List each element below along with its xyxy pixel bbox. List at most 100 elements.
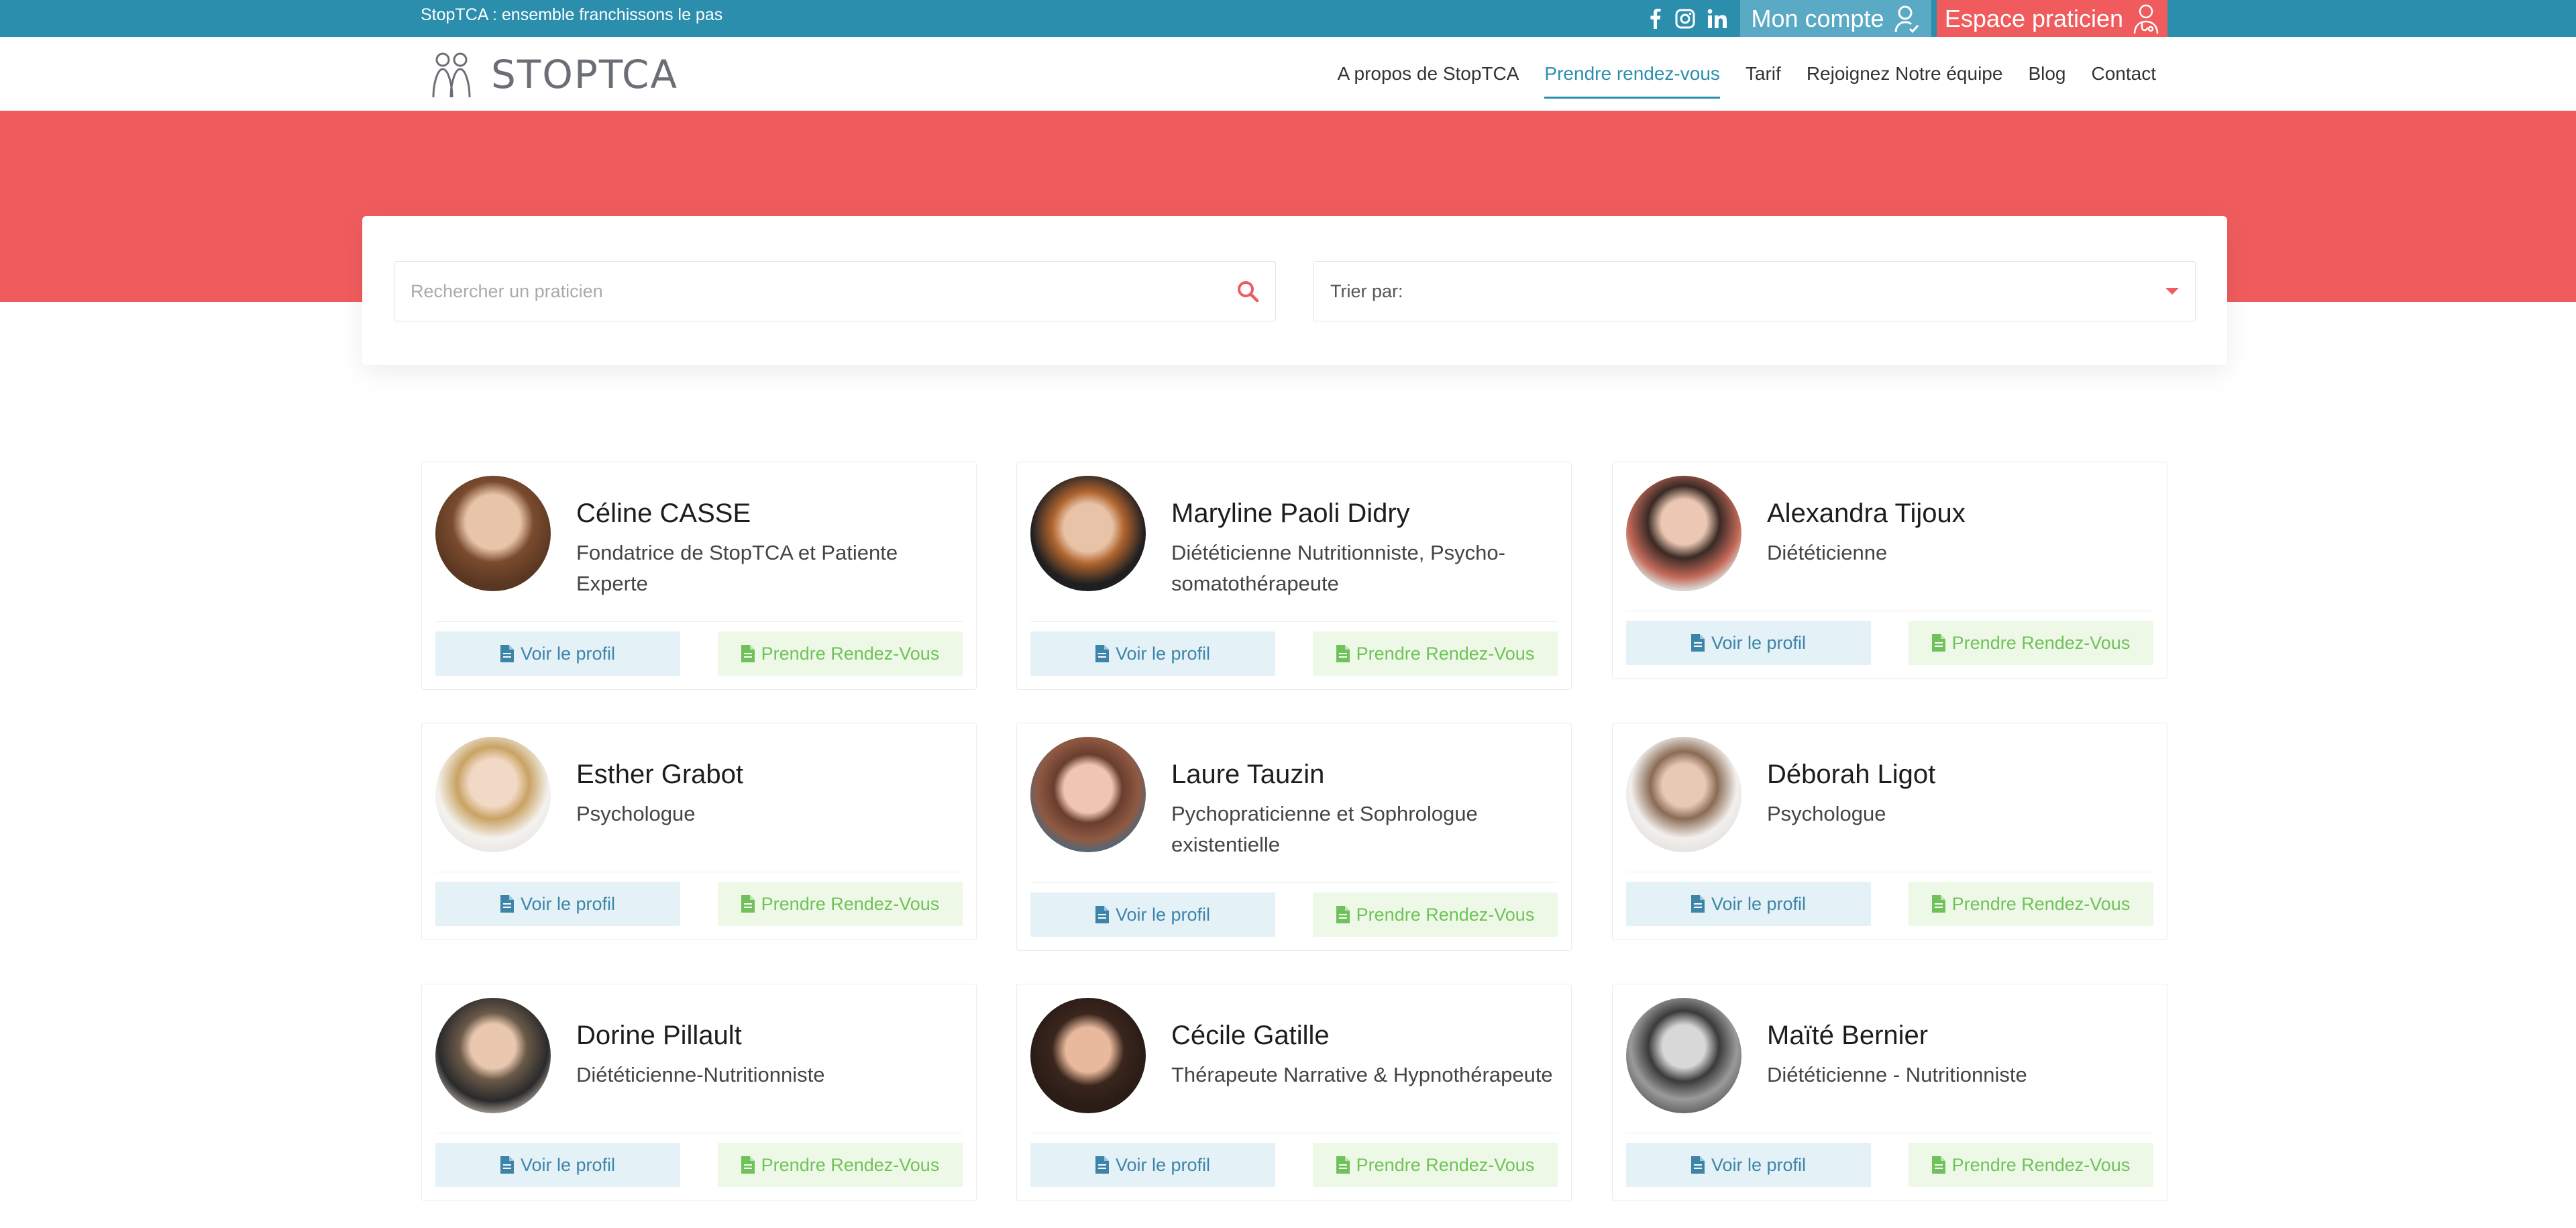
practitioner-card: Déborah Ligot Psychologue Voir le profil… [1612,723,2167,940]
linkedin-icon[interactable] [1707,0,1727,37]
practitioner-title: Psychologue [576,802,696,825]
search-panel: Trier par: [362,216,2227,365]
document-icon [1931,1156,1945,1174]
practitioner-space-button[interactable]: Espace praticien [1937,0,2167,37]
view-profile-button[interactable]: Voir le profil [1626,1143,1871,1187]
avatar [1626,998,1741,1113]
nav-item-join-team[interactable]: Rejoignez Notre équipe [1807,37,2003,111]
avatar [435,476,551,591]
search-input[interactable] [411,280,1236,302]
practitioner-card: Céline CASSE Fondatrice de StopTCA et Pa… [421,462,977,690]
practitioner-name: Laure Tauzin [1171,760,1325,789]
practitioner-title: Diététicienne [1767,541,1888,564]
practitioner-card: Dorine Pillault Diététicienne-Nutritionn… [421,984,977,1201]
view-profile-button[interactable]: Voir le profil [1626,621,1871,665]
view-profile-button[interactable]: Voir le profil [1030,1143,1275,1187]
book-appointment-label: Prendre Rendez-Vous [761,643,940,664]
book-appointment-button[interactable]: Prendre Rendez-Vous [1909,621,2153,665]
sort-select[interactable]: Trier par: [1313,261,2196,321]
logo-text: STOPTCA [491,52,679,97]
doctor-icon [2133,4,2159,34]
tagline: StopTCA : ensemble franchissons le pas [421,5,723,24]
avatar [1030,476,1146,591]
stoptca-logo[interactable]: STOPTCA [429,50,678,99]
user-icon [1894,5,1919,33]
view-profile-label: Voir le profil [1711,1154,1807,1175]
document-icon [500,895,514,913]
main-navigation: STOPTCA A propos de StopTCA Prendre rend… [0,37,2576,111]
book-appointment-label: Prendre Rendez-Vous [761,1154,940,1175]
document-icon [1690,634,1705,652]
practitioner-name: Dorine Pillault [576,1021,742,1050]
nav-item-pricing[interactable]: Tarif [1746,37,1781,111]
document-icon [1336,906,1350,923]
avatar [1030,998,1146,1113]
document-icon [741,1156,755,1174]
document-icon [1690,895,1705,913]
chevron-down-icon [2165,288,2179,295]
book-appointment-label: Prendre Rendez-Vous [761,893,940,914]
practitioner-title: Diététicienne-Nutritionniste [576,1063,825,1086]
book-appointment-label: Prendre Rendez-Vous [1951,1154,2131,1175]
book-appointment-label: Prendre Rendez-Vous [1356,643,1535,664]
practitioner-card: Alexandra Tijoux Diététicienne Voir le p… [1612,462,2167,679]
facebook-icon[interactable] [1650,0,1661,37]
my-account-button[interactable]: Mon compte [1740,0,1931,37]
view-profile-button[interactable]: Voir le profil [1030,631,1275,676]
book-appointment-button[interactable]: Prendre Rendez-Vous [1909,882,2153,926]
book-appointment-label: Prendre Rendez-Vous [1356,904,1535,925]
practitioner-name: Esther Grabot [576,760,744,789]
sort-label: Trier par: [1330,280,1403,301]
practitioner-title: Thérapeute Narrative & Hypnothérapeute [1171,1063,1553,1086]
logo-figures-icon [432,52,471,98]
book-appointment-button[interactable]: Prendre Rendez-Vous [718,1143,963,1187]
avatar [1626,737,1741,852]
practitioner-name: Maïté Bernier [1767,1021,1929,1050]
view-profile-label: Voir le profil [520,1154,616,1175]
book-appointment-button[interactable]: Prendre Rendez-Vous [1909,1143,2153,1187]
book-appointment-button[interactable]: Prendre Rendez-Vous [718,631,963,676]
divider [1030,882,1558,883]
practitioner-name: Cécile Gatille [1171,1021,1330,1050]
view-profile-button[interactable]: Voir le profil [435,631,680,676]
book-appointment-button[interactable]: Prendre Rendez-Vous [1313,892,1558,937]
book-appointment-button[interactable]: Prendre Rendez-Vous [1313,631,1558,676]
view-profile-button[interactable]: Voir le profil [435,882,680,926]
nav-item-about[interactable]: A propos de StopTCA [1338,37,1519,111]
practitioner-title: Diététicienne Nutritionniste, Psycho-som… [1171,541,1505,595]
view-profile-button[interactable]: Voir le profil [1030,892,1275,937]
document-icon [741,895,755,913]
nav-item-appointment[interactable]: Prendre rendez-vous [1544,37,1721,111]
practitioner-card: Laure Tauzin Pychopraticienne et Sophrol… [1016,723,1572,951]
search-field[interactable] [394,261,1276,321]
view-profile-label: Voir le profil [1711,632,1807,653]
document-icon [1095,1156,1109,1174]
view-profile-label: Voir le profil [520,893,616,914]
avatar [435,737,551,852]
nav-menu: A propos de StopTCA Prendre rendez-vous … [1338,37,2156,111]
book-appointment-button[interactable]: Prendre Rendez-Vous [718,882,963,926]
avatar [435,998,551,1113]
view-profile-button[interactable]: Voir le profil [435,1143,680,1187]
practitioner-card: Esther Grabot Psychologue Voir le profil… [421,723,977,940]
practitioner-title: Psychologue [1767,802,1886,825]
avatar [1030,737,1146,852]
document-icon [741,645,755,662]
view-profile-label: Voir le profil [1711,893,1807,914]
divider [435,621,963,622]
book-appointment-label: Prendre Rendez-Vous [1951,632,2131,653]
document-icon [1095,906,1109,923]
nav-item-blog[interactable]: Blog [2028,37,2065,111]
search-icon[interactable] [1236,280,1259,303]
document-icon [1931,634,1945,652]
practitioner-name: Maryline Paoli Didry [1171,499,1410,528]
avatar [1626,476,1741,591]
practitioner-card: Maïté Bernier Diététicienne - Nutritionn… [1612,984,2167,1201]
my-account-label: Mon compte [1751,4,1884,32]
document-icon [500,645,514,662]
view-profile-button[interactable]: Voir le profil [1626,882,1871,926]
instagram-icon[interactable] [1675,0,1695,37]
nav-item-contact[interactable]: Contact [2092,37,2157,111]
document-icon [1690,1156,1705,1174]
book-appointment-button[interactable]: Prendre Rendez-Vous [1313,1143,1558,1187]
